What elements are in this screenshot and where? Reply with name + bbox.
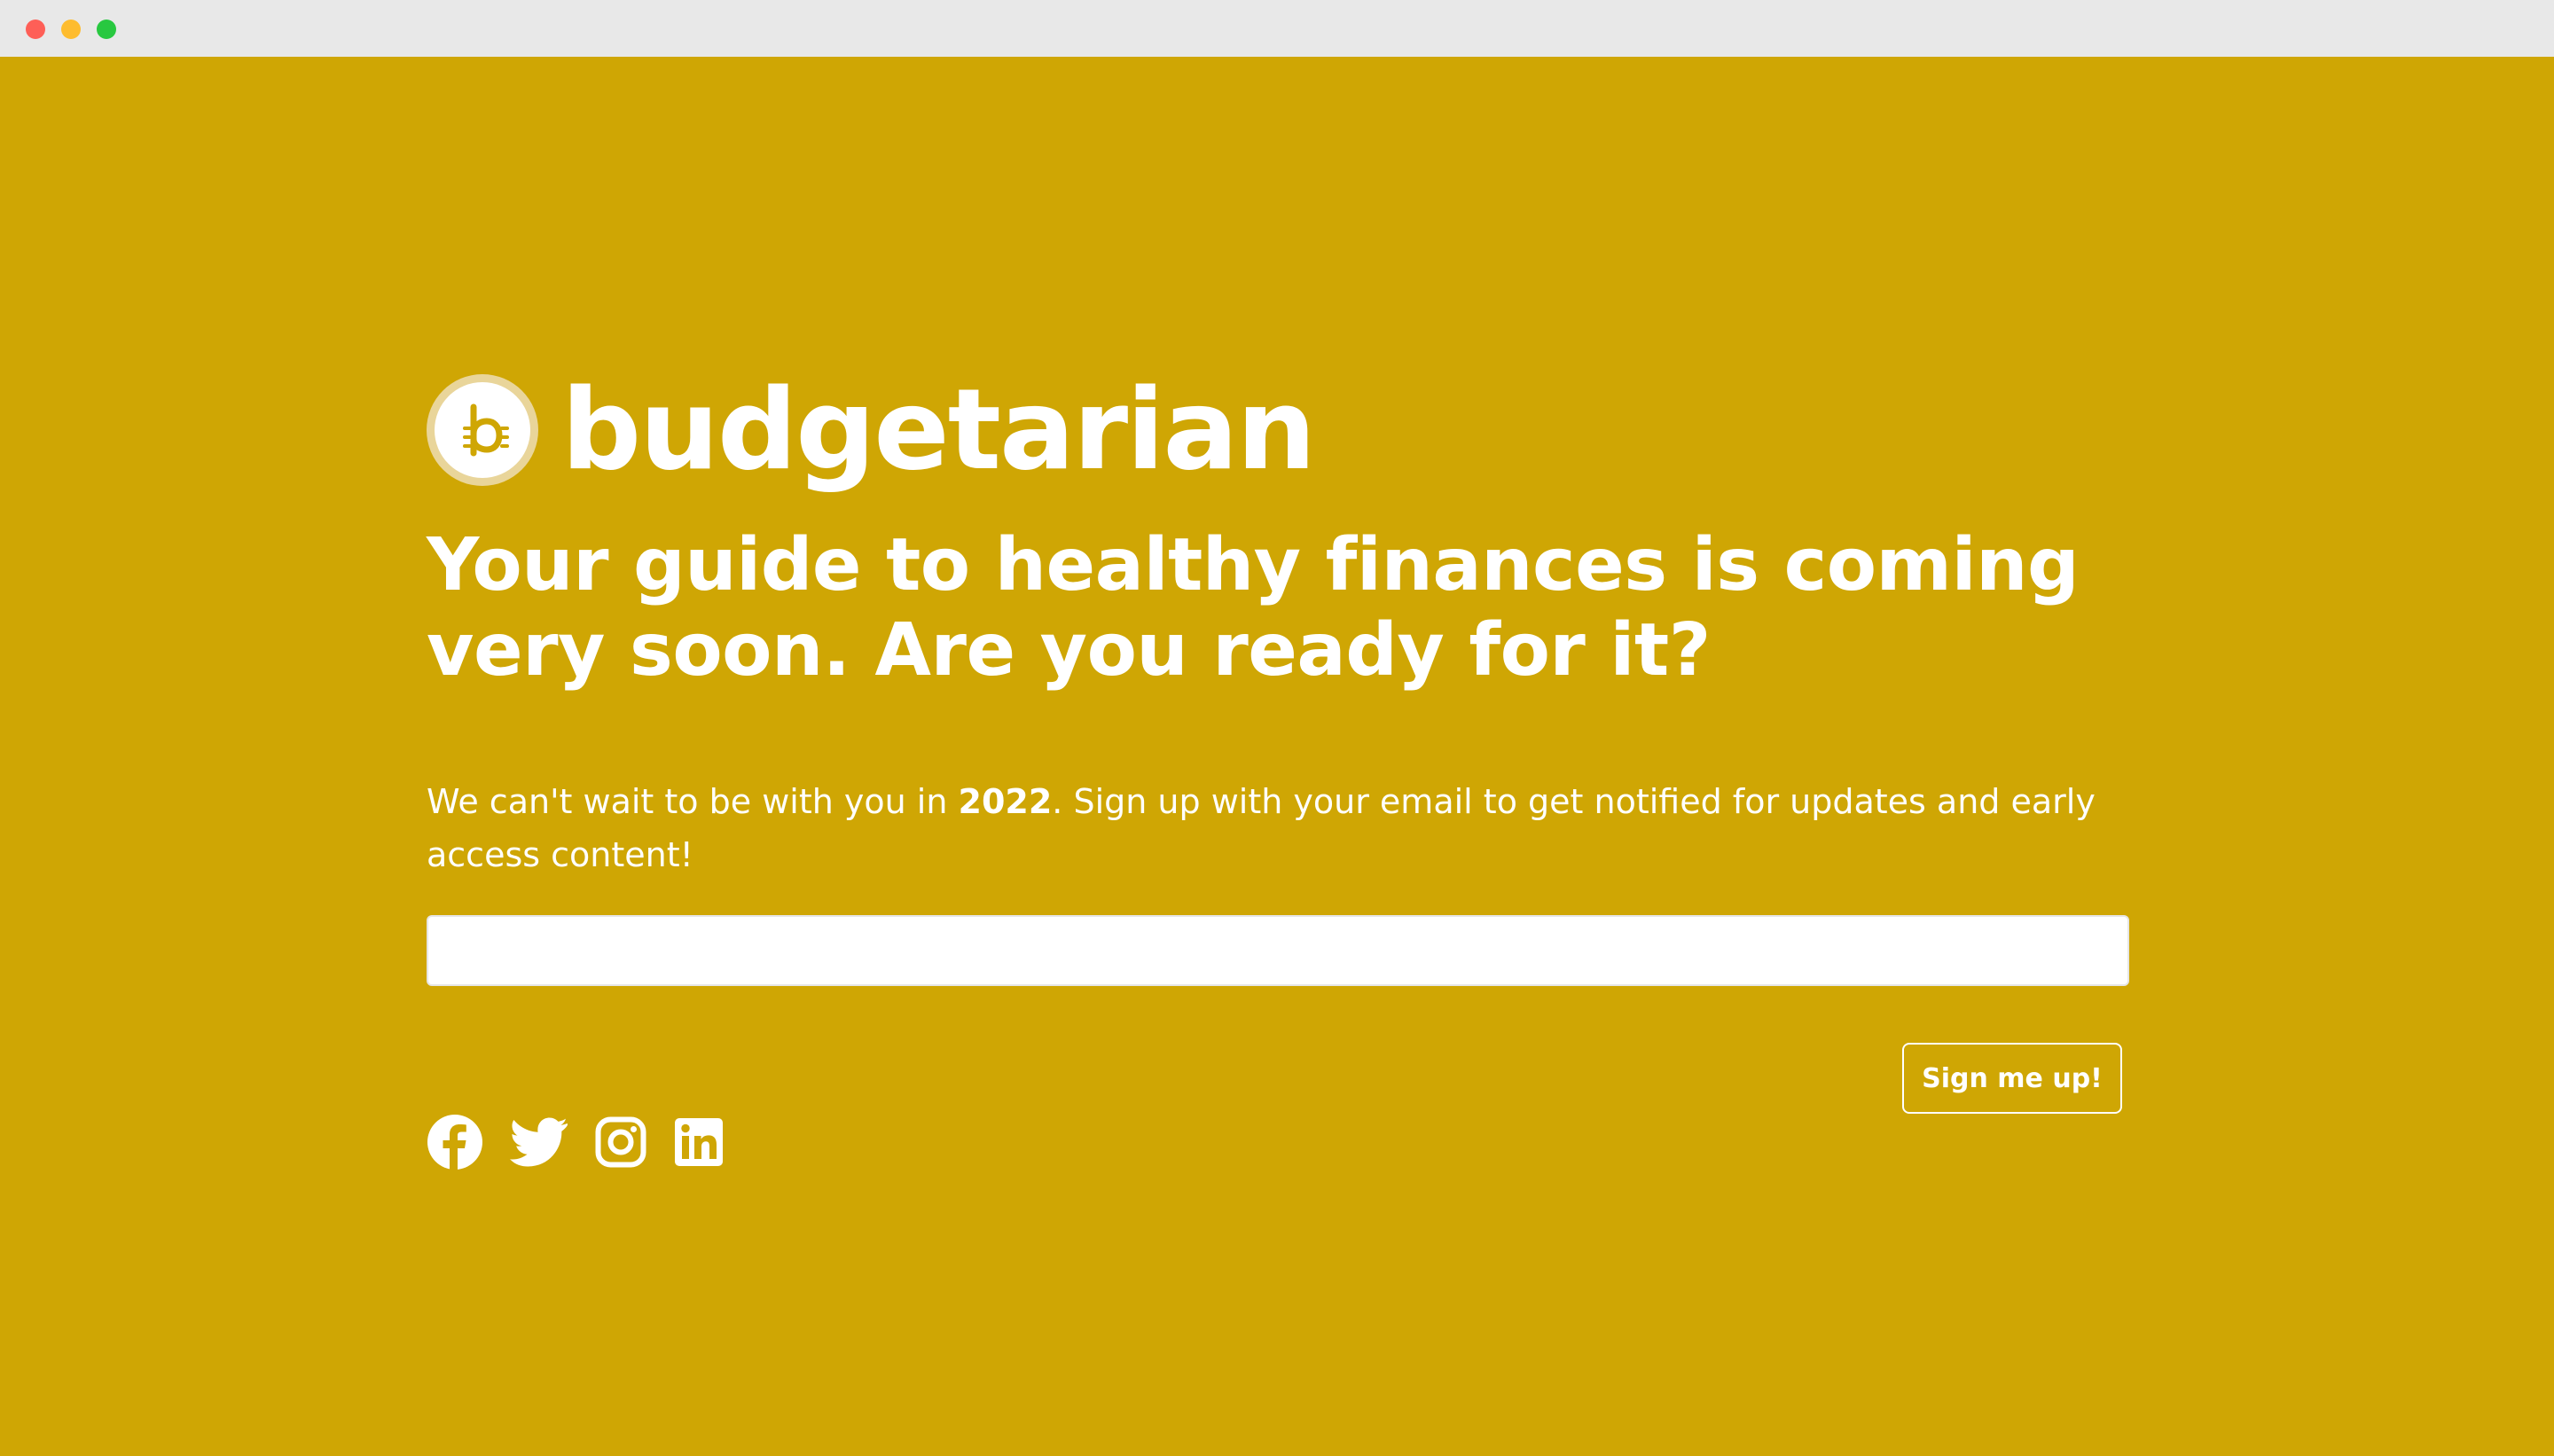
facebook-icon [427,1115,482,1170]
coin-b-icon [463,403,509,457]
intro-text-start: We can't wait to be with you in [427,782,959,821]
browser-window: budgetarian Your guide to healthy financ… [0,0,2554,1456]
close-window-button[interactable] [26,20,45,39]
minimize-window-button[interactable] [61,20,81,39]
linkedin-link[interactable] [673,1114,725,1170]
linkedin-icon [675,1118,723,1166]
brand-name: budgetarian [561,364,1316,495]
page-headline: Your guide to healthy finances is coming… [427,523,2129,693]
intro-year: 2022 [958,782,1053,821]
intro-text: We can't wait to be with you in 2022. Si… [427,775,2129,881]
twitter-link[interactable] [510,1114,568,1170]
twitter-icon [510,1117,568,1167]
window-titlebar [0,0,2554,57]
maximize-window-button[interactable] [97,20,116,39]
brand-logo-icon [427,374,538,486]
sign-up-button[interactable]: Sign me up! [1902,1043,2122,1114]
instagram-icon [595,1116,646,1168]
headline-line-1: Your guide to healthy finances is coming [427,523,2080,607]
social-links [427,1114,751,1170]
headline-line-2: very soon. Are you ready for it? [427,608,1711,693]
brand-header: budgetarian [427,372,2129,488]
email-input[interactable] [427,915,2129,986]
facebook-link[interactable] [427,1114,483,1170]
action-row: Sign me up! [427,1043,2129,1176]
instagram-link[interactable] [595,1114,646,1170]
landing-content: budgetarian Your guide to healthy financ… [427,372,2129,1176]
